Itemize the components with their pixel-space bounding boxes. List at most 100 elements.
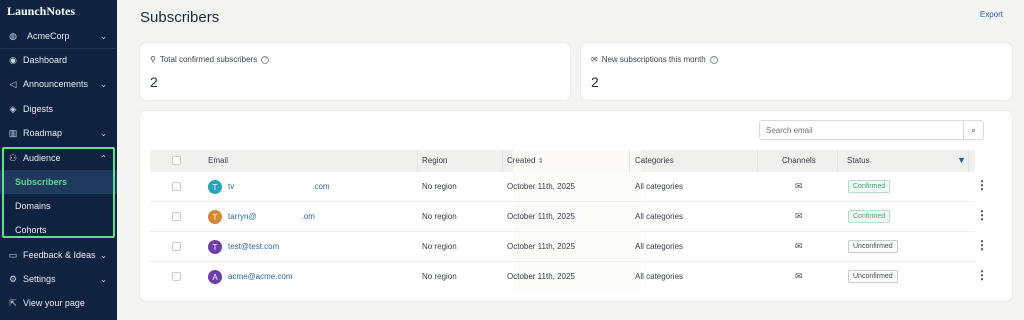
gear-icon: ⚙ (8, 273, 18, 284)
sidebar-item-dashboard[interactable]: ◉ Dashboard (0, 48, 117, 72)
globe-icon: ◍ (9, 30, 17, 41)
megaphone-icon: ◁ (9, 78, 17, 89)
region-cell: No region (422, 212, 457, 221)
column-created[interactable]: Created ⇕ (507, 156, 544, 165)
external-link-icon: ⇱ (9, 297, 17, 308)
sidebar-item-label: Roadmap (23, 128, 63, 138)
column-region[interactable]: Region (422, 156, 447, 165)
sidebar-item-view-page[interactable]: ⇱ View your page (0, 291, 117, 315)
export-button[interactable]: Export (980, 10, 1003, 19)
table-header: Email Region Created ⇕ Categories Channe… (150, 150, 975, 172)
sidebar-item-digests[interactable]: ◈ Digests (0, 97, 117, 121)
email-visible-end: .om (301, 212, 315, 221)
new-subscriptions-label: New subscriptions this month (601, 55, 706, 64)
filter-icon[interactable]: ▼ (957, 155, 966, 165)
row-menu-icon[interactable]: ⋮ (976, 238, 988, 252)
table-row[interactable]: T tarryn@ .om No region October 11th, 202… (150, 202, 988, 232)
status-badge: Confirmed (848, 180, 891, 193)
workspace-switcher[interactable]: ◍ AcmeCorp ⌄ (0, 24, 117, 48)
chevron-down-icon: ⌄ (100, 274, 107, 284)
chat-icon: ▭ (8, 249, 18, 260)
table-row[interactable]: T test@test.com No region October 11th, … (150, 232, 988, 262)
total-confirmed-label: Total confirmed subscribers (159, 55, 258, 64)
total-confirmed-value: 2 (150, 74, 158, 90)
redaction-mask (234, 182, 313, 192)
sidebar-item-label: Digests (23, 104, 54, 114)
email-channel-icon: ✉ (795, 211, 803, 221)
search-icon[interactable]: ⌕ (963, 121, 983, 139)
avatar: T (208, 180, 222, 194)
layers-icon: ◈ (9, 103, 17, 114)
sidebar-item-label: Settings (23, 274, 56, 284)
created-cell: October 11th, 2025 (507, 212, 575, 221)
categories-cell: All categories (635, 272, 684, 281)
row-checkbox[interactable] (172, 182, 181, 191)
email-link[interactable]: tv .com (228, 182, 330, 192)
info-icon[interactable]: ? (709, 55, 718, 64)
sidebar-item-roadmap[interactable]: ▥ Roadmap ⌄ (0, 121, 117, 145)
sidebar-item-feedback[interactable]: ▭ Feedback & Ideas ⌄ (0, 243, 117, 267)
search-box: ⌕ (759, 120, 984, 140)
row-checkbox[interactable] (172, 272, 181, 281)
row-menu-icon[interactable]: ⋮ (976, 178, 988, 192)
column-status[interactable]: Status (847, 156, 870, 165)
column-channels[interactable]: Channels (782, 156, 816, 165)
new-subscriptions-value: 2 (591, 74, 599, 90)
email-link[interactable]: acme@acme.com (228, 272, 293, 281)
column-categories[interactable]: Categories (635, 156, 674, 165)
categories-cell: All categories (635, 212, 684, 221)
region-cell: No region (422, 182, 457, 191)
row-checkbox[interactable] (172, 212, 181, 221)
avatar: T (208, 210, 222, 224)
row-menu-icon[interactable]: ⋮ (976, 268, 988, 282)
column-divider (417, 150, 418, 172)
sidebar-subitem-domains[interactable]: Domains (0, 194, 117, 218)
select-all-checkbox[interactable] (172, 156, 181, 165)
email-link[interactable]: test@test.com (228, 242, 279, 251)
row-menu-icon[interactable]: ⋮ (976, 208, 988, 222)
created-cell: October 11th, 2025 (507, 182, 575, 191)
sidebar-item-label: View your page (23, 298, 85, 308)
sidebar-item-audience[interactable]: ⚇ Audience ⌃ (0, 146, 117, 170)
dashboard-icon: ◉ (9, 54, 17, 65)
workspace-label: AcmeCorp (27, 31, 70, 41)
created-cell: October 11th, 2025 (507, 272, 575, 281)
sidebar-item-label: Dashboard (23, 55, 68, 65)
sidebar-subitem-cohorts[interactable]: Cohorts (0, 218, 117, 242)
email-channel-icon: ✉ (795, 241, 803, 251)
categories-cell: All categories (635, 242, 684, 251)
sidebar-item-settings[interactable]: ⚙ Settings ⌄ (0, 267, 117, 291)
page-title: Subscribers (140, 9, 220, 26)
created-cell: October 11th, 2025 (507, 242, 575, 251)
status-badge: Unconfirmed (848, 240, 898, 253)
chevron-down-icon: ⌄ (100, 31, 107, 41)
email-visible-end: .com (312, 182, 330, 191)
column-email[interactable]: Email (208, 156, 228, 165)
total-confirmed-label-wrap: ⚲ Total confirmed subscribers ? (150, 55, 270, 64)
users-icon: ⚇ (8, 152, 18, 163)
status-badge: Confirmed (848, 210, 891, 223)
row-checkbox[interactable] (172, 242, 181, 251)
subscribers-table-card: ⌕ Email Region Created ⇕ Categories Chan… (140, 111, 1012, 301)
sidebar-subitem-subscribers[interactable]: Subscribers (0, 170, 117, 194)
email-visible-start: tarryn@ (228, 212, 257, 221)
chevron-down-icon: ⌄ (100, 128, 107, 138)
table-row[interactable]: A acme@acme.com No region October 11th, … (150, 262, 988, 292)
app-logo[interactable]: LaunchNotes (7, 4, 75, 19)
email-link[interactable]: tarryn@ .om (228, 212, 315, 222)
sidebar-item-label: Feedback & Ideas (23, 250, 96, 260)
chevron-down-icon: ⌄ (100, 250, 107, 260)
region-cell: No region (422, 272, 457, 281)
search-input[interactable] (760, 121, 963, 139)
redaction-mask (256, 212, 302, 222)
table-row[interactable]: T tv .com No region October 11th, 2025 Al… (150, 172, 988, 202)
info-icon[interactable]: ? (261, 55, 270, 64)
column-divider (757, 150, 758, 172)
status-badge: Unconfirmed (848, 270, 898, 283)
chevron-up-icon: ⌃ (100, 153, 107, 163)
sidebar-item-label: Announcements (23, 79, 89, 89)
sidebar-item-announcements[interactable]: ◁ Announcements ⌄ (0, 72, 117, 96)
sort-icon: ⇕ (537, 158, 544, 165)
sidebar: LaunchNotes ◍ AcmeCorp ⌄ ◉ Dashboard ◁ A… (0, 0, 117, 320)
mail-icon: ✉ (591, 55, 598, 64)
